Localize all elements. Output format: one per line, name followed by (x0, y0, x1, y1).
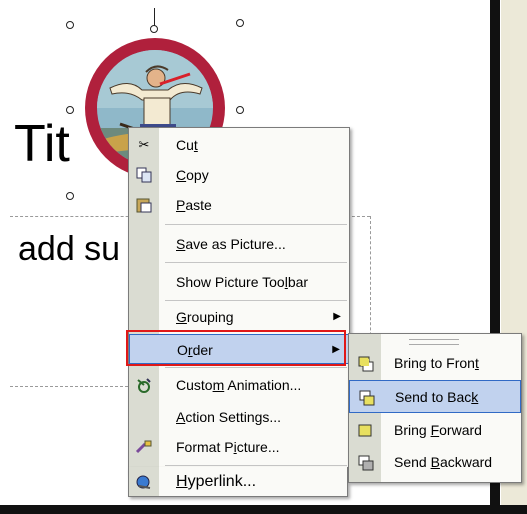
context-menu: ✂ Cut Copy Paste Save as Picture... Show… (128, 127, 350, 475)
annotation-highlight-box (126, 330, 346, 366)
window-bottom-border (0, 505, 527, 514)
menu-item-show-picture-toolbar[interactable]: Show Picture Toolbar (129, 267, 349, 297)
scissors-icon: ✂ (138, 137, 150, 152)
menu-item-grouping[interactable]: Grouping ▶ (129, 302, 349, 332)
resize-handle-top[interactable] (150, 25, 158, 33)
menu-separator (165, 367, 347, 368)
resize-handle-top-left[interactable] (66, 21, 74, 29)
send-to-back-icon (358, 390, 376, 406)
menu-item-hyperlink[interactable]: Hyperlink... (128, 467, 348, 497)
menu-item-bring-forward[interactable]: Bring Forward (349, 414, 521, 447)
format-picture-icon (135, 439, 153, 455)
slide-title[interactable]: Tit (14, 118, 70, 170)
resize-handle-right[interactable] (236, 106, 244, 114)
menu-item-custom-animation[interactable]: Custom Animation... (129, 370, 349, 400)
animation-icon (135, 377, 153, 393)
menu-item-action-settings[interactable]: Action Settings... (129, 402, 349, 432)
menu-item-paste[interactable]: Paste (129, 190, 349, 220)
hyperlink-icon (135, 474, 153, 490)
menu-item-send-backward[interactable]: Send Backward (349, 446, 521, 479)
subtitle-placeholder-bottom-border (10, 386, 128, 387)
submenu-arrow-icon: ▶ (333, 311, 341, 322)
submenu-grip[interactable] (409, 339, 459, 345)
resize-handle-left[interactable] (66, 106, 74, 114)
resize-handle-top-right[interactable] (236, 19, 244, 27)
copy-icon (135, 167, 153, 183)
bring-forward-icon (357, 423, 375, 439)
menu-separator (165, 262, 347, 263)
send-backward-icon (357, 455, 375, 471)
menu-item-bring-to-front[interactable]: Bring to Front (349, 347, 521, 380)
slide-subtitle[interactable]: add su (18, 232, 120, 266)
menu-separator (165, 224, 347, 225)
menu-item-save-as-picture[interactable]: Save as Picture... (129, 229, 349, 259)
menu-item-send-to-back[interactable]: Send to Back (349, 380, 521, 413)
menu-item-format-picture[interactable]: Format Picture... (129, 432, 349, 462)
menu-separator (165, 300, 347, 301)
menu-separator (165, 465, 347, 466)
menu-item-copy[interactable]: Copy (129, 160, 349, 190)
order-submenu: Bring to Front Send to Back Bring Forwar… (348, 333, 522, 483)
paste-icon (135, 197, 153, 213)
bring-to-front-icon (357, 356, 375, 372)
resize-handle-bottom-left[interactable] (66, 192, 74, 200)
menu-item-cut[interactable]: ✂ Cut (129, 130, 349, 160)
